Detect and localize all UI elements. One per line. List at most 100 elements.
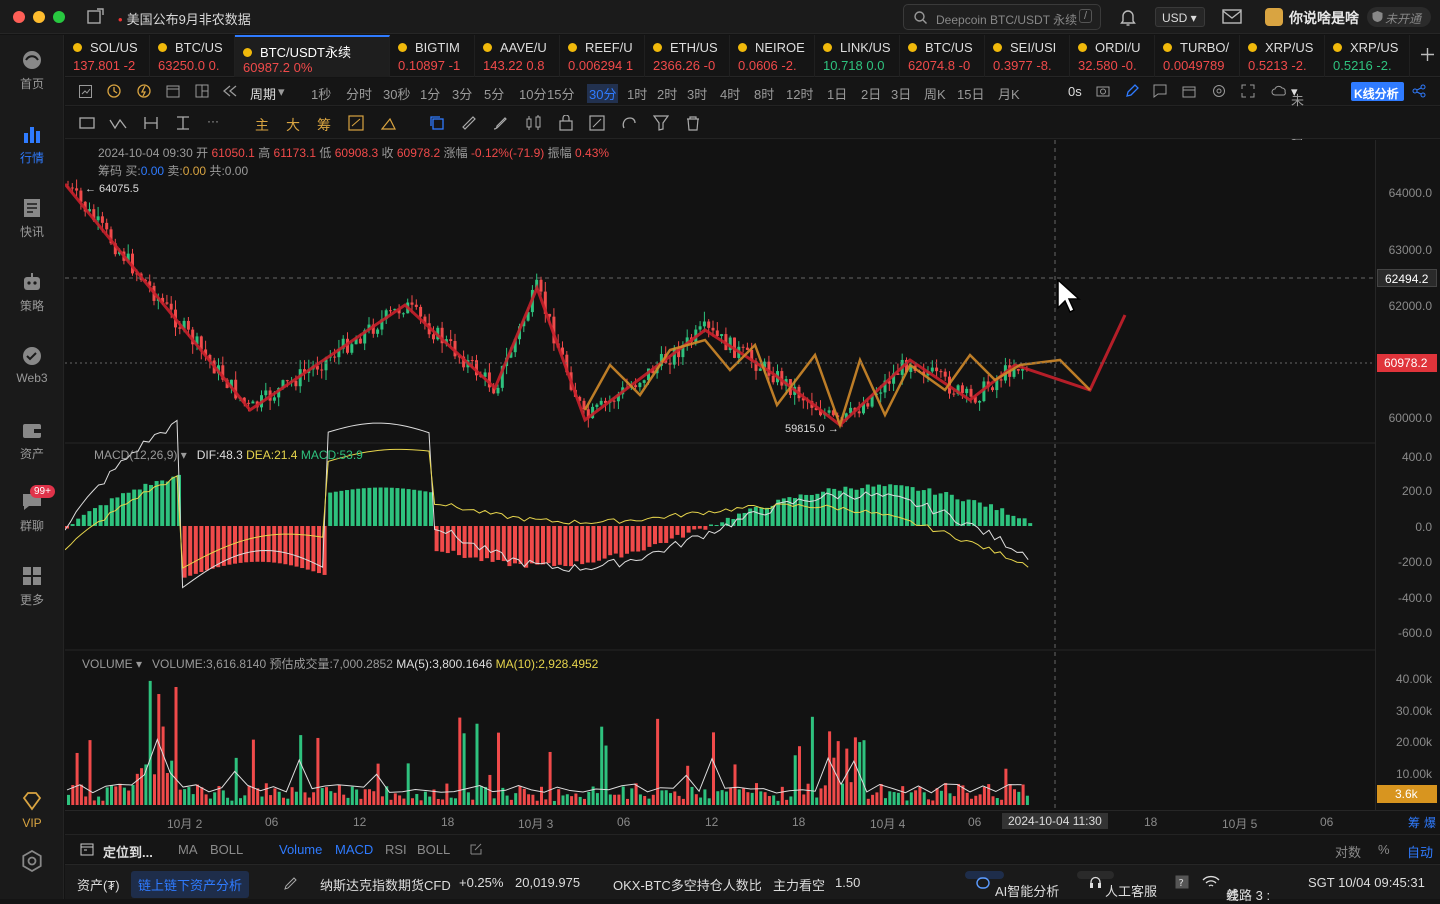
- timeframe-19[interactable]: 周K: [924, 84, 946, 103]
- timeframe-21[interactable]: 月K: [998, 84, 1020, 103]
- compare-icon[interactable]: [348, 115, 364, 131]
- onchain-analysis-button[interactable]: 链上链下资产分析: [131, 871, 250, 898]
- rectangle-tool-icon[interactable]: [79, 117, 95, 129]
- auto-scale-toggle[interactable]: 自动: [1407, 842, 1433, 861]
- ticker-3[interactable]: BIGTIM 0.10897 -1: [390, 35, 475, 77]
- locate-calendar-icon[interactable]: [80, 842, 94, 856]
- vip-status-badge[interactable]: 未开通: [1367, 7, 1431, 27]
- filter-icon[interactable]: [653, 115, 669, 131]
- chips-tab[interactable]: 筹: [317, 115, 331, 135]
- timeframe-18[interactable]: 3日: [891, 84, 911, 103]
- timeframe-5[interactable]: 3分: [452, 84, 472, 103]
- settings-icon[interactable]: [1212, 84, 1226, 98]
- timeframe-15[interactable]: 12时: [786, 84, 813, 103]
- ticker-12[interactable]: TURBO/0.0049789: [1155, 35, 1240, 77]
- boll-tab[interactable]: BOLL: [210, 842, 243, 857]
- assets-label[interactable]: 资产(₮): [77, 875, 120, 894]
- fib-tool-icon[interactable]: [175, 116, 191, 130]
- sidebar-item-3[interactable]: 策略: [0, 271, 64, 314]
- big-order-tab[interactable]: 大: [286, 115, 300, 135]
- magnet-icon[interactable]: [621, 115, 637, 131]
- ma-tab[interactable]: MA: [178, 842, 198, 857]
- ticker-6[interactable]: ETH/US 2366.26 -0: [645, 35, 730, 77]
- sidebar-item-1[interactable]: 行情: [0, 123, 64, 166]
- timeframe-20[interactable]: 15日: [957, 84, 984, 103]
- timeframe-2[interactable]: 分时: [346, 84, 372, 103]
- timeframe-12[interactable]: 3时: [687, 84, 707, 103]
- boll-sub-tab[interactable]: BOLL: [417, 842, 450, 857]
- trend-tool-icon[interactable]: [109, 116, 127, 130]
- layout-icon[interactable]: [195, 84, 209, 98]
- timeframe-10[interactable]: 1时: [627, 84, 647, 103]
- alert-tool-icon[interactable]: [381, 115, 397, 131]
- ticker-8[interactable]: LINK/US 10.718 0.0: [815, 35, 900, 77]
- indicator-list-icon[interactable]: [79, 85, 92, 98]
- edit-indicators-icon[interactable]: [470, 843, 482, 855]
- macd-tab[interactable]: MACD: [335, 842, 373, 857]
- share-icon[interactable]: [1412, 84, 1426, 98]
- more-tools-icon[interactable]: ···: [207, 114, 219, 128]
- close-window-button[interactable]: [13, 11, 25, 23]
- kline-chart[interactable]: ← 64075.5 59815.0 →: [63, 140, 1375, 810]
- ticker-7[interactable]: NEIROE 0.0606 -2.: [730, 35, 815, 77]
- ticker-0[interactable]: SOL/US 137.801 -2: [65, 35, 150, 77]
- sidebar-item-8[interactable]: VIP: [0, 790, 64, 830]
- ticker-2[interactable]: BTC/USDT永续 60987.2 0%: [235, 35, 390, 77]
- axis-zoom-icons[interactable]: 筹爆: [1408, 815, 1438, 830]
- time-axis[interactable]: 2024-10-04 11:30 筹爆 10月 2 06 12 18 10月 3 06 12…: [65, 810, 1440, 834]
- candles-icon[interactable]: [525, 115, 543, 131]
- ticker-11[interactable]: ORDI/U 32.580 -0.: [1070, 35, 1155, 77]
- ticker-1[interactable]: BTC/US 63250.0 0.: [150, 35, 235, 77]
- minimize-window-button[interactable]: [33, 11, 45, 23]
- ticker-14[interactable]: XRP/US 0.5216 -2.: [1325, 35, 1410, 77]
- timeframe-4[interactable]: 1分: [420, 84, 440, 103]
- help-icon[interactable]: ?: [1175, 875, 1189, 889]
- ruler-icon[interactable]: [461, 115, 477, 131]
- store-icon[interactable]: [1182, 84, 1196, 98]
- settings-button[interactable]: [0, 850, 64, 876]
- timeframe-17[interactable]: 2日: [861, 84, 881, 103]
- timeframe-0[interactable]: 周期: [250, 84, 276, 103]
- price-axis[interactable]: 64000.0 63000.0 62000.0 60000.0 400.0 200.0 0.…: [1375, 140, 1440, 810]
- timeframe-6[interactable]: 5分: [484, 84, 504, 103]
- sidebar-item-7[interactable]: 更多: [0, 565, 64, 608]
- clock-icon[interactable]: [107, 84, 121, 98]
- macd-label[interactable]: MACD(12,26,9): [94, 448, 177, 462]
- rsi-tab[interactable]: RSI: [385, 842, 407, 857]
- main-indicator-tab[interactable]: 主: [255, 115, 269, 135]
- timeframe-3[interactable]: 30秒: [383, 84, 410, 103]
- layout-name[interactable]: 未命名 ▾: [1291, 84, 1304, 146]
- new-window-icon[interactable]: [87, 8, 104, 25]
- timeframe-9[interactable]: 30分: [587, 84, 619, 103]
- timeframe-13[interactable]: 4时: [720, 84, 740, 103]
- pencil-icon[interactable]: [1125, 84, 1139, 98]
- comment-icon[interactable]: [1153, 84, 1167, 98]
- kline-analysis-button[interactable]: K线分析: [1351, 82, 1404, 101]
- news-headline[interactable]: • 美国公布9月非农数据: [118, 9, 251, 28]
- sidebar-item-4[interactable]: Web3: [0, 345, 64, 385]
- add-ticker-icon[interactable]: [1421, 48, 1434, 61]
- timeframe-1[interactable]: 1秒: [311, 84, 331, 103]
- calendar-icon[interactable]: [166, 84, 180, 98]
- log-scale-toggle[interactable]: 对数: [1335, 842, 1361, 861]
- rewind-icon[interactable]: [222, 84, 238, 98]
- timeframe-8[interactable]: 15分: [547, 84, 574, 103]
- chevron-down-icon[interactable]: ▾: [278, 84, 285, 100]
- copy-icon[interactable]: [429, 115, 445, 131]
- timeframe-7[interactable]: 10分: [519, 84, 546, 103]
- chart-area[interactable]: ← 64075.5 59815.0 →: [63, 140, 1375, 810]
- mail-icon[interactable]: [1222, 9, 1242, 25]
- volume-tab[interactable]: Volume: [279, 842, 322, 857]
- edit-icon[interactable]: [589, 115, 605, 131]
- ticker-9[interactable]: BTC/US 62074.8 -0: [900, 35, 985, 77]
- bell-icon[interactable]: [1119, 8, 1137, 26]
- timeframe-16[interactable]: 1日: [827, 84, 847, 103]
- lightning-icon[interactable]: [137, 84, 151, 98]
- edit-icon[interactable]: [284, 876, 298, 890]
- sidebar-item-2[interactable]: 快讯: [0, 197, 64, 240]
- measure-tool-icon[interactable]: [143, 116, 159, 130]
- ticker-13[interactable]: XRP/US 0.5213 -2.: [1240, 35, 1325, 77]
- search-input[interactable]: Deepcoin BTC/USDT 永续 /: [903, 4, 1101, 30]
- timeframe-11[interactable]: 2时: [657, 84, 677, 103]
- cloud-icon[interactable]: [1271, 85, 1287, 96]
